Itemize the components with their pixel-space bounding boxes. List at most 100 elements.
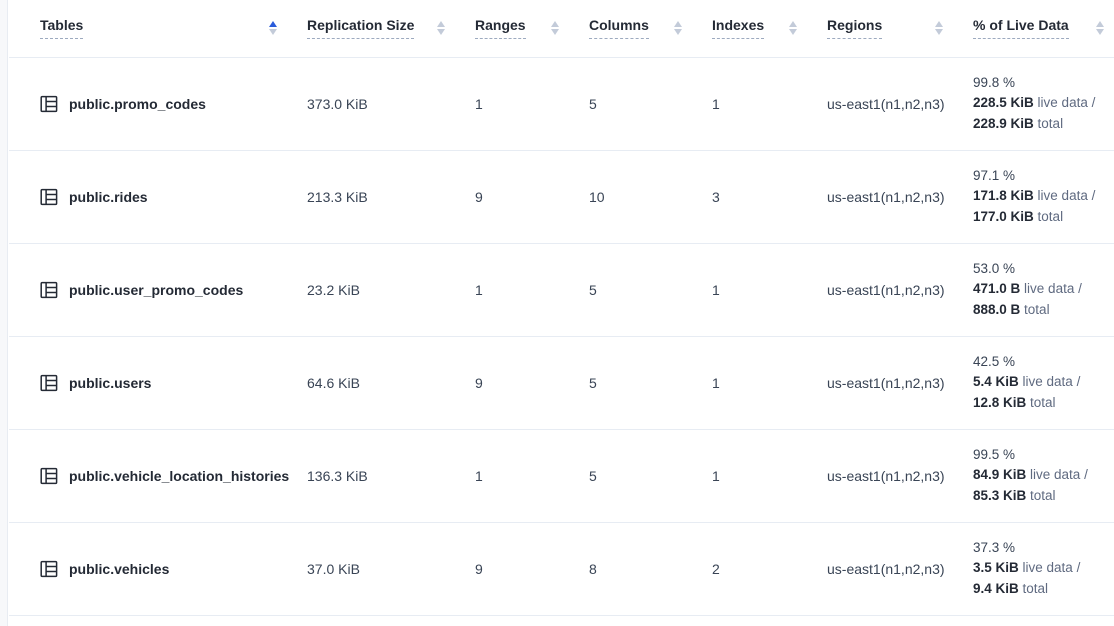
regions-cell: us-east1(n1,n2,n3) — [827, 243, 973, 336]
indexes-cell: 1 — [712, 57, 827, 150]
table-row: public.user_promo_codes 23.2 KiB 1 5 1 u… — [9, 243, 1114, 336]
table-name-link[interactable]: public.vehicles — [69, 561, 169, 577]
live-percent: 99.5 % — [973, 445, 1114, 466]
ranges-cell: 1 — [475, 429, 589, 522]
live-percent: 97.1 % — [973, 166, 1114, 187]
live-size-line: 5.4 KiB live data / — [973, 372, 1114, 393]
total-size-line: 177.0 KiB total — [973, 207, 1114, 228]
table-name-cell: public.promo_codes — [9, 57, 307, 150]
table-row: public.vehicles 37.0 KiB 9 8 2 us-east1(… — [9, 522, 1114, 615]
table-name-cell: public.users — [9, 336, 307, 429]
column-header-regions[interactable]: Regions — [827, 0, 973, 57]
table-icon — [40, 281, 58, 299]
table-name-cell: public.vehicle_location_histories — [9, 429, 307, 522]
sort-arrows-icon[interactable] — [551, 21, 559, 35]
table-name-cell: public.vehicles — [9, 522, 307, 615]
table-name-link[interactable]: public.users — [69, 375, 151, 391]
live-data-cell: 99.5 % 84.9 KiB live data / 85.3 KiB tot… — [973, 429, 1114, 522]
column-header-label: Tables — [40, 17, 83, 39]
ranges-cell: 9 — [475, 522, 589, 615]
replication-size-cell: 373.0 KiB — [307, 57, 475, 150]
regions-cell: us-east1(n1,n2,n3) — [827, 429, 973, 522]
indexes-cell: 1 — [712, 429, 827, 522]
columns-cell: 5 — [589, 57, 712, 150]
sort-arrows-icon[interactable] — [674, 21, 682, 35]
live-percent: 42.5 % — [973, 352, 1114, 373]
table-name-link[interactable]: public.rides — [69, 189, 148, 205]
table-icon — [40, 374, 58, 392]
replication-size-cell: 23.2 KiB — [307, 243, 475, 336]
replication-size-cell: 37.0 KiB — [307, 522, 475, 615]
ranges-cell: 1 — [475, 57, 589, 150]
column-header-live-data[interactable]: % of Live Data — [973, 0, 1114, 57]
table-icon — [40, 560, 58, 578]
indexes-cell: 2 — [712, 522, 827, 615]
sort-arrows-icon[interactable] — [437, 21, 445, 35]
table-row: public.promo_codes 373.0 KiB 1 5 1 us-ea… — [9, 57, 1114, 150]
table-name-cell: public.user_promo_codes — [9, 243, 307, 336]
column-header-label: % of Live Data — [973, 17, 1069, 39]
column-header-label: Columns — [589, 17, 649, 39]
ranges-cell: 9 — [475, 150, 589, 243]
regions-cell: us-east1(n1,n2,n3) — [827, 150, 973, 243]
total-size-line: 888.0 B total — [973, 300, 1114, 321]
live-size-line: 471.0 B live data / — [973, 279, 1114, 300]
total-size-line: 85.3 KiB total — [973, 486, 1114, 507]
columns-cell: 5 — [589, 429, 712, 522]
sort-arrows-icon[interactable] — [269, 21, 277, 35]
regions-cell: us-east1(n1,n2,n3) — [827, 57, 973, 150]
table-icon — [40, 95, 58, 113]
table-header-row: Tables Replication Size Ranges — [9, 0, 1114, 57]
table-icon — [40, 188, 58, 206]
sort-arrows-icon[interactable] — [789, 21, 797, 35]
sort-arrows-icon[interactable] — [1096, 21, 1104, 35]
table-row: public.users 64.6 KiB 9 5 1 us-east1(n1,… — [9, 336, 1114, 429]
replication-size-cell: 136.3 KiB — [307, 429, 475, 522]
table-row: public.rides 213.3 KiB 9 10 3 us-east1(n… — [9, 150, 1114, 243]
indexes-cell: 3 — [712, 150, 827, 243]
indexes-cell: 1 — [712, 336, 827, 429]
page-left-edge — [0, 0, 8, 626]
column-header-indexes[interactable]: Indexes — [712, 0, 827, 57]
total-size-line: 9.4 KiB total — [973, 579, 1114, 600]
replication-size-cell: 64.6 KiB — [307, 336, 475, 429]
live-data-cell: 99.8 % 228.5 KiB live data / 228.9 KiB t… — [973, 57, 1114, 150]
sort-arrows-icon[interactable] — [935, 21, 943, 35]
table-name-link[interactable]: public.vehicle_location_histories — [69, 468, 289, 484]
column-header-columns[interactable]: Columns — [589, 0, 712, 57]
live-data-cell: 97.1 % 171.8 KiB live data / 177.0 KiB t… — [973, 150, 1114, 243]
table-name-link[interactable]: public.promo_codes — [69, 96, 206, 112]
ranges-cell: 1 — [475, 243, 589, 336]
table-name-link[interactable]: public.user_promo_codes — [69, 282, 243, 298]
replication-size-cell: 213.3 KiB — [307, 150, 475, 243]
table-row: public.vehicle_location_histories 136.3 … — [9, 429, 1114, 522]
live-size-line: 171.8 KiB live data / — [973, 186, 1114, 207]
table-icon — [40, 467, 58, 485]
column-header-label: Regions — [827, 17, 882, 39]
live-data-cell: 37.3 % 3.5 KiB live data / 9.4 KiB total — [973, 522, 1114, 615]
column-header-label: Indexes — [712, 17, 764, 39]
tables-table: Tables Replication Size Ranges — [9, 0, 1114, 616]
total-size-line: 228.9 KiB total — [973, 114, 1114, 135]
total-size-line: 12.8 KiB total — [973, 393, 1114, 414]
columns-cell: 10 — [589, 150, 712, 243]
live-data-cell: 53.0 % 471.0 B live data / 888.0 B total — [973, 243, 1114, 336]
regions-cell: us-east1(n1,n2,n3) — [827, 522, 973, 615]
regions-cell: us-east1(n1,n2,n3) — [827, 336, 973, 429]
column-header-label: Replication Size — [307, 17, 414, 39]
live-size-line: 228.5 KiB live data / — [973, 93, 1114, 114]
column-header-ranges[interactable]: Ranges — [475, 0, 589, 57]
columns-cell: 8 — [589, 522, 712, 615]
table-name-cell: public.rides — [9, 150, 307, 243]
column-header-tables[interactable]: Tables — [9, 0, 307, 57]
ranges-cell: 9 — [475, 336, 589, 429]
live-size-line: 3.5 KiB live data / — [973, 558, 1114, 579]
indexes-cell: 1 — [712, 243, 827, 336]
column-header-label: Ranges — [475, 17, 526, 39]
live-percent: 37.3 % — [973, 538, 1114, 559]
live-percent: 99.8 % — [973, 73, 1114, 94]
live-data-cell: 42.5 % 5.4 KiB live data / 12.8 KiB tota… — [973, 336, 1114, 429]
columns-cell: 5 — [589, 243, 712, 336]
column-header-replication-size[interactable]: Replication Size — [307, 0, 475, 57]
live-percent: 53.0 % — [973, 259, 1114, 280]
